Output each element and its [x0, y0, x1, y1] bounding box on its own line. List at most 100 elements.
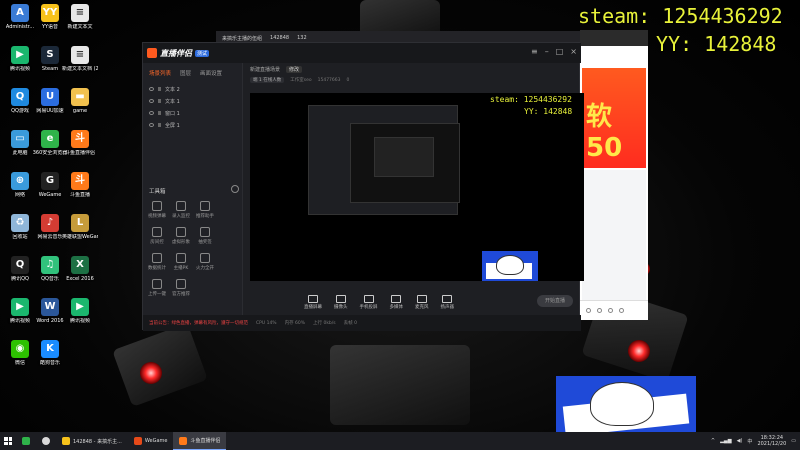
- room-id: 工作室seo: [290, 78, 312, 83]
- tab-layers[interactable]: 图层: [180, 69, 191, 77]
- eye-icon[interactable]: [149, 123, 154, 127]
- tool-danmu[interactable]: 视频弹幕: [145, 201, 169, 219]
- lottery-icon: [200, 227, 210, 237]
- desktop-icon[interactable]: X Excel 2016: [62, 256, 98, 282]
- camera-button[interactable]: 摄像头: [334, 294, 348, 310]
- tool-upload[interactable]: 上传一键: [145, 279, 169, 297]
- eye-icon[interactable]: [149, 111, 154, 115]
- lock-icon[interactable]: [158, 87, 161, 91]
- microphone-button[interactable]: 麦克风: [415, 294, 429, 310]
- yy-icon: [62, 437, 70, 445]
- minimize-icon[interactable]: –: [545, 47, 549, 56]
- app-titlebar[interactable]: 直播伴侣 测试 ≡ – □ ×: [143, 43, 581, 63]
- desktop-icon-label: 酷狗音乐: [39, 360, 60, 366]
- taskbar-app[interactable]: 142848 - 来搞乐主...: [56, 432, 128, 450]
- scene-list: 文本 2 文本 1 窗口 1 全屏 1: [143, 83, 242, 131]
- desktop-icon[interactable]: ▬ game: [62, 88, 98, 114]
- lock-icon[interactable]: [158, 99, 161, 103]
- status-upload: 上行 0kb/s: [313, 321, 336, 326]
- room-tag[interactable]: 端 1 在线人数: [250, 77, 285, 83]
- emoji-icon[interactable]: [586, 308, 591, 313]
- scene-label: 文本 2: [165, 86, 180, 93]
- desktop-icon[interactable]: ▶ 腾讯视频: [62, 298, 98, 324]
- scene-item[interactable]: 全屏 1: [143, 119, 242, 131]
- lock-icon[interactable]: [158, 111, 161, 115]
- tool-fire[interactable]: 火力全开: [193, 253, 217, 271]
- notification-icon[interactable]: ▭: [791, 438, 796, 444]
- eye-icon[interactable]: [149, 87, 154, 91]
- tool-avatar[interactable]: 虚拟形象: [169, 227, 193, 245]
- media-button[interactable]: 多媒体: [389, 294, 404, 310]
- tencent-video-icon: ▶: [71, 298, 89, 316]
- toolbox-settings-icon[interactable]: [231, 185, 239, 193]
- source-label: 多媒体: [389, 304, 404, 310]
- go-live-button[interactable]: 开始直播: [537, 295, 573, 307]
- scene-sidebar: 场景列表 图层 画面设置 文本 2 文本 1 窗口 1 全屏 1 工具箱 视频弹幕 录入…: [143, 63, 243, 315]
- speaker-button[interactable]: 扬声器: [440, 294, 455, 310]
- kugou-icon: K: [41, 340, 59, 358]
- scene-item[interactable]: 窗口 1: [143, 107, 242, 119]
- tray-network-icon[interactable]: ▂▄▆: [720, 438, 732, 444]
- room-edit-button[interactable]: 修改: [286, 65, 303, 73]
- screen-share-button[interactable]: 直播屏幕: [304, 294, 322, 310]
- desktop-icon[interactable]: 斗斗鱼直播: [62, 172, 98, 198]
- close-icon[interactable]: ×: [570, 47, 577, 56]
- tool-label: 官方推荐: [172, 292, 190, 297]
- scene-item[interactable]: 文本 2: [143, 83, 242, 95]
- tray-ime[interactable]: 中: [747, 438, 752, 445]
- cat-overlay: [556, 376, 696, 432]
- desktop-icon[interactable]: L 英雄联盟WeGame版: [62, 214, 98, 240]
- phone-cast-button[interactable]: 手机投屏: [360, 294, 378, 310]
- scene-item[interactable]: 文本 1: [143, 95, 242, 107]
- computer-icon: ▭: [11, 130, 29, 148]
- tool-lottery[interactable]: 抽奖签: [193, 227, 217, 245]
- tool-recommend[interactable]: 官方推荐: [169, 279, 193, 297]
- source-label: 扬声器: [440, 304, 455, 310]
- eye-icon[interactable]: [149, 99, 154, 103]
- tray-chevron-icon[interactable]: ^: [711, 438, 715, 444]
- start-button[interactable]: [0, 432, 16, 450]
- phone-cast-icon: [363, 294, 374, 303]
- 360-browser-icon: e: [41, 130, 59, 148]
- desktop-icon[interactable]: ≡ 新建文本文档 (2): [62, 46, 98, 72]
- mic-icon[interactable]: [619, 308, 624, 313]
- robot-light-right: [628, 340, 650, 362]
- folder-icon[interactable]: [608, 308, 613, 313]
- promo-banner[interactable]: 软50: [582, 68, 646, 168]
- taskbar-app-label: WeGame: [144, 438, 168, 444]
- source-label: 摄像头: [334, 304, 348, 310]
- taskbar-app[interactable]: WeGame: [128, 432, 174, 450]
- browser-toolbar[interactable]: [580, 30, 648, 46]
- tray-volume-icon[interactable]: ◀): [737, 438, 743, 444]
- lock-icon[interactable]: [158, 123, 161, 127]
- desktop-icon[interactable]: K 酷狗音乐: [32, 340, 68, 366]
- tool-assist[interactable]: 推荐助手: [193, 201, 217, 219]
- desktop-icon[interactable]: 斗斗鱼直播伴侣: [62, 130, 98, 156]
- taskbar-media-icon[interactable]: [36, 432, 56, 450]
- tool-blank: [217, 253, 241, 271]
- qq-icon: Q: [11, 256, 29, 274]
- taskbar-360-icon[interactable]: [16, 432, 36, 450]
- desktop-icon-label: 斗鱼直播伴侣: [64, 150, 95, 156]
- desktop-icon-label: game: [72, 108, 88, 114]
- tab-scenes[interactable]: 场景列表: [149, 69, 171, 77]
- tool-label: 主播PK: [173, 266, 189, 271]
- stream-preview[interactable]: steam: 1254436292 YY: 142848: [250, 93, 584, 281]
- tool-monitor[interactable]: 录入监控: [169, 201, 193, 219]
- side-browser-window[interactable]: 软50: [580, 30, 648, 320]
- menu-icon[interactable]: ≡: [531, 47, 538, 56]
- desktop-icon[interactable]: ≡ 新建文本文: [62, 4, 98, 30]
- tab-settings[interactable]: 画面设置: [200, 69, 222, 77]
- clock[interactable]: 18:32:24 2021/12/20: [757, 435, 786, 447]
- douyu-companion-window[interactable]: 直播伴侣 测试 ≡ – □ × 场景列表 图层 画面设置 文本 2 文本 1 窗口 …: [142, 42, 584, 331]
- tool-label: 视频弹幕: [148, 214, 166, 219]
- maximize-icon[interactable]: □: [556, 47, 564, 56]
- scissors-icon[interactable]: [597, 308, 602, 313]
- app-name: 直播伴侣: [160, 48, 192, 58]
- tool-room-control[interactable]: 房间控: [145, 227, 169, 245]
- window-controls: ≡ – □ ×: [531, 47, 577, 56]
- tool-stats[interactable]: 数据统计: [145, 253, 169, 271]
- taskbar-app[interactable]: 斗鱼直播伴侣: [173, 432, 227, 450]
- overlay-yy-text: YY: 142848: [656, 32, 777, 56]
- tool-pk[interactable]: 主播PK: [169, 253, 193, 271]
